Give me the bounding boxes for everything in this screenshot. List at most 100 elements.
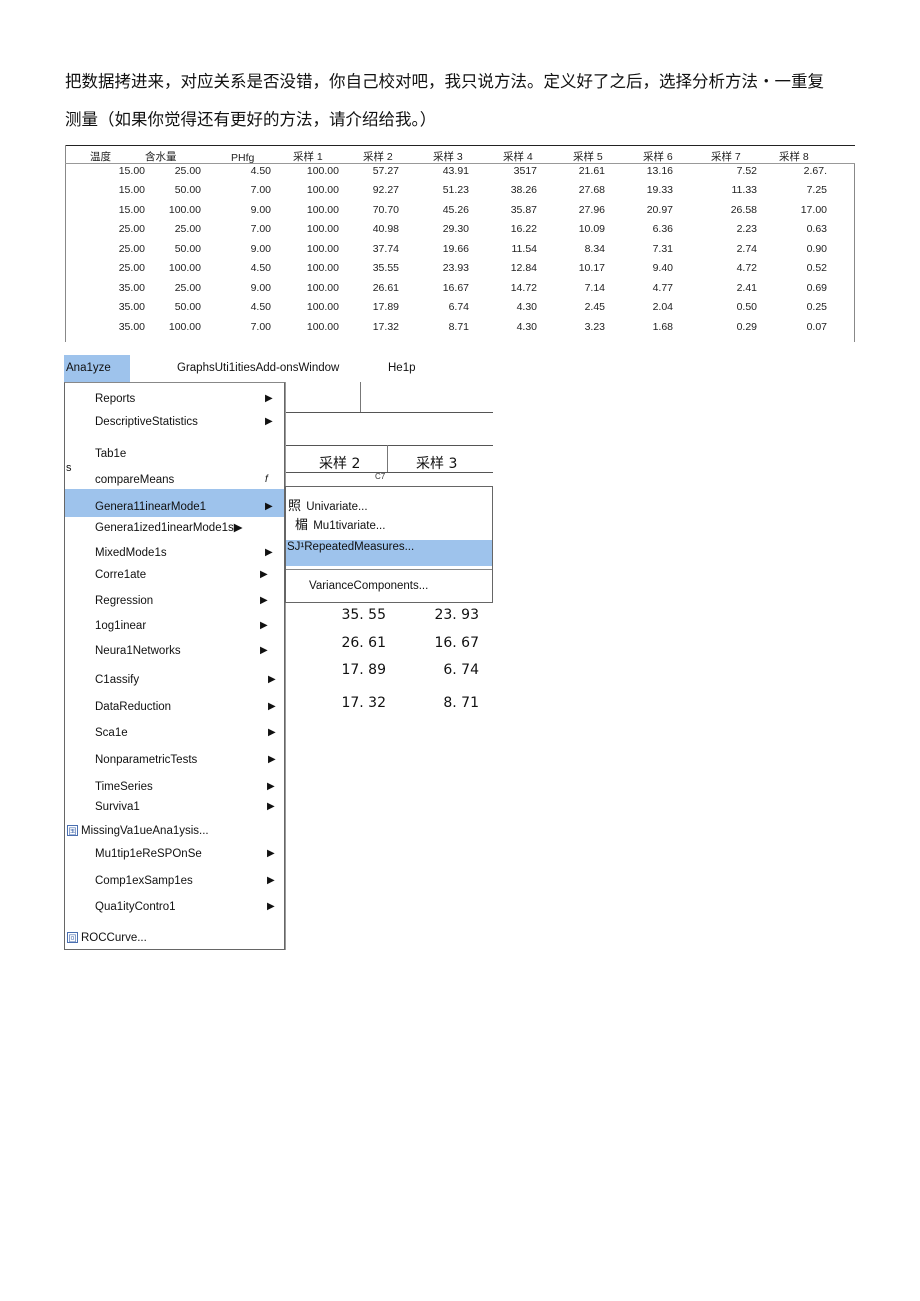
table-cell: 12.84 — [510, 262, 537, 274]
table-cell: 8.71 — [448, 321, 469, 333]
table-cell: 16.22 — [510, 223, 537, 235]
grid-cell[interactable]: 17. 89 — [326, 662, 386, 678]
table-cell: 9.00 — [250, 282, 271, 294]
menu-item-tab1e[interactable]: Tab1e — [65, 444, 284, 464]
menu-help[interactable]: He1p — [388, 355, 416, 382]
table-cell: 25.00 — [118, 243, 145, 255]
menu-item-comparemeans[interactable]: compareMeans f — [65, 470, 284, 490]
table-right-border — [854, 163, 855, 342]
grid-cell[interactable]: 16. 67 — [419, 635, 479, 651]
menu-item-surviva1[interactable]: Surviva1 ▶ — [65, 797, 284, 817]
table-cell: 100.00 — [306, 301, 339, 313]
table-column-header: 采样 8 — [779, 151, 809, 163]
submenu-arrow-icon: ▶ — [267, 801, 275, 812]
table-cell: 27.96 — [578, 204, 605, 216]
menu-item-regression[interactable]: Regression ▶ — [65, 591, 284, 611]
table-cell: 3517 — [513, 165, 537, 177]
table-column-header: 采样 5 — [573, 151, 603, 163]
grid-cell[interactable]: 8. 71 — [419, 695, 479, 711]
menu-item-roccurve[interactable]: 回 ROCCurve... — [65, 928, 284, 948]
table-cell: 7.25 — [806, 184, 827, 196]
submenu-arrow-icon: ▶ — [268, 754, 276, 765]
menu-item-missingva1ueana1ysis[interactable]: 国 MissingVa1ueAna1ysis... — [65, 821, 284, 841]
table-cell: 13.16 — [646, 165, 673, 177]
table-cell: 6.36 — [652, 223, 673, 235]
table-column-header: PHfg — [231, 152, 255, 164]
menu-item-label: Comp1exSamp1es — [95, 875, 193, 887]
submenu-arrow-icon: ▶ — [260, 620, 268, 631]
submenu-arrow-icon: ▶ — [265, 416, 273, 427]
table-cell: 16.67 — [442, 282, 469, 294]
menu-item-label: DescriptiveStatistics — [95, 416, 198, 428]
grid-column-header-sample-3[interactable]: 采样 3 — [416, 453, 457, 473]
submenu-arrow-icon: ▶ — [268, 727, 276, 738]
table-cell: 15.00 — [118, 165, 145, 177]
table-cell: 100.00 — [306, 321, 339, 333]
menu-item-label: C1assify — [95, 674, 140, 686]
submenu-arrow-icon: ▶ — [267, 901, 275, 912]
table-cell: 2.23 — [736, 223, 757, 235]
grid-cell[interactable]: 26. 61 — [326, 635, 386, 651]
submenu-item-univariate[interactable]: 照 Univariate... — [286, 497, 492, 515]
grid-cell[interactable]: 6. 74 — [419, 662, 479, 678]
table-cell: 11.33 — [731, 184, 758, 196]
menu-item-reports[interactable]: Reports ▶ — [65, 389, 284, 409]
table-cell: 2.45 — [584, 301, 605, 313]
submenu-item-label: RepeatedMeasures... — [304, 541, 415, 553]
submenu-arrow-icon: ▶ — [267, 848, 275, 859]
table-cell: 100.00 — [306, 204, 339, 216]
menu-item-descriptivestatistics[interactable]: DescriptiveStatistics ▶ — [65, 412, 284, 432]
menu-item-sca1e[interactable]: Sca1e ▶ — [65, 723, 284, 743]
menu-item-timeseries[interactable]: TimeSeries ▶ — [65, 777, 284, 797]
menu-item-corre1ate[interactable]: Corre1ate ▶ — [65, 565, 284, 585]
table-cell: 0.29 — [736, 321, 757, 333]
menu-item-label: Mu1tip1eReSPOnSe — [95, 848, 202, 860]
menu-item-comp1exsamp1es[interactable]: Comp1exSamp1es ▶ — [65, 871, 284, 891]
grid-cell[interactable]: 23. 93 — [419, 607, 479, 623]
table-cell: 35.00 — [118, 321, 145, 333]
menu-analyze[interactable]: Ana1yze — [64, 355, 130, 382]
table-cell: 14.72 — [510, 282, 537, 294]
menu-graphs-utilities-addons-window[interactable]: GraphsUti1itiesAdd-onsWindow — [177, 355, 339, 382]
menu-item-genera1ized1inearmode1s[interactable]: Genera1ized1inearMode1s▶ — [65, 518, 284, 538]
grid-cell[interactable]: 35. 55 — [326, 607, 386, 623]
submenu-item-multivariate[interactable]: 楣 Mu1tivariate... — [286, 516, 492, 534]
table-column-header: 采样 7 — [711, 151, 741, 163]
table-cell: 100.00 — [168, 204, 201, 216]
missing-value-icon: 国 — [67, 825, 78, 836]
table-cell: 25.00 — [174, 165, 201, 177]
menu-item-datareduction[interactable]: DataReduction ▶ — [65, 697, 284, 717]
table-cell: 25.00 — [174, 282, 201, 294]
menu-item-mixedmode1s[interactable]: MixedMode1s ▶ — [65, 543, 284, 563]
grid-column-header-sample-2[interactable]: 采样 2 — [319, 453, 360, 473]
menu-item-1og1inear[interactable]: 1og1inear ▶ — [65, 616, 284, 636]
table-cell: 35.55 — [372, 262, 399, 274]
menu-item-qua1itycontro1[interactable]: Qua1ityContro1 ▶ — [65, 897, 284, 917]
submenu-item-repeated-measures[interactable]: SJ¹RepeatedMeasures... — [286, 540, 492, 566]
menu-item-genera11inearmode1[interactable]: Genera11inearMode1 ▶ — [65, 489, 284, 517]
table-cell: 0.69 — [806, 282, 827, 294]
general-linear-model-submenu: 照 Univariate... 楣 Mu1tivariate... SJ¹Rep… — [285, 486, 493, 603]
table-cell: 7.31 — [652, 243, 673, 255]
menu-item-mu1tip1eresponse[interactable]: Mu1tip1eReSPOnSe ▶ — [65, 844, 284, 864]
table-cell: 25.00 — [118, 262, 145, 274]
menu-item-nonparametrictests[interactable]: NonparametricTests ▶ — [65, 750, 284, 770]
grid-cell[interactable]: 17. 32 — [326, 695, 386, 711]
menu-item-c1assify[interactable]: C1assify ▶ — [65, 670, 284, 690]
table-cell: 27.68 — [578, 184, 605, 196]
table-column-header: 含水量 — [145, 151, 177, 163]
table-cell: 57.27 — [372, 165, 399, 177]
submenu-arrow-icon: ▶ — [267, 781, 275, 792]
submenu-item-variance-components[interactable]: VarianceComponents... — [286, 577, 492, 595]
cell-reference: C7 — [375, 472, 386, 481]
table-cell: 4.50 — [250, 301, 271, 313]
submenu-arrow-icon: ▶ — [260, 569, 268, 580]
menu-item-neura1networks[interactable]: Neura1Networks ▶ — [65, 641, 284, 661]
grid-line — [360, 382, 361, 412]
table-column-header: 采样 6 — [643, 151, 673, 163]
analyze-dropdown-menu: s Reports ▶ DescriptiveStatistics ▶ Tab1e com… — [64, 382, 285, 950]
table-cell: 100.00 — [306, 282, 339, 294]
table-cell: 7.00 — [250, 184, 271, 196]
grid-line — [387, 445, 388, 473]
table-cell: 11.54 — [511, 243, 538, 255]
